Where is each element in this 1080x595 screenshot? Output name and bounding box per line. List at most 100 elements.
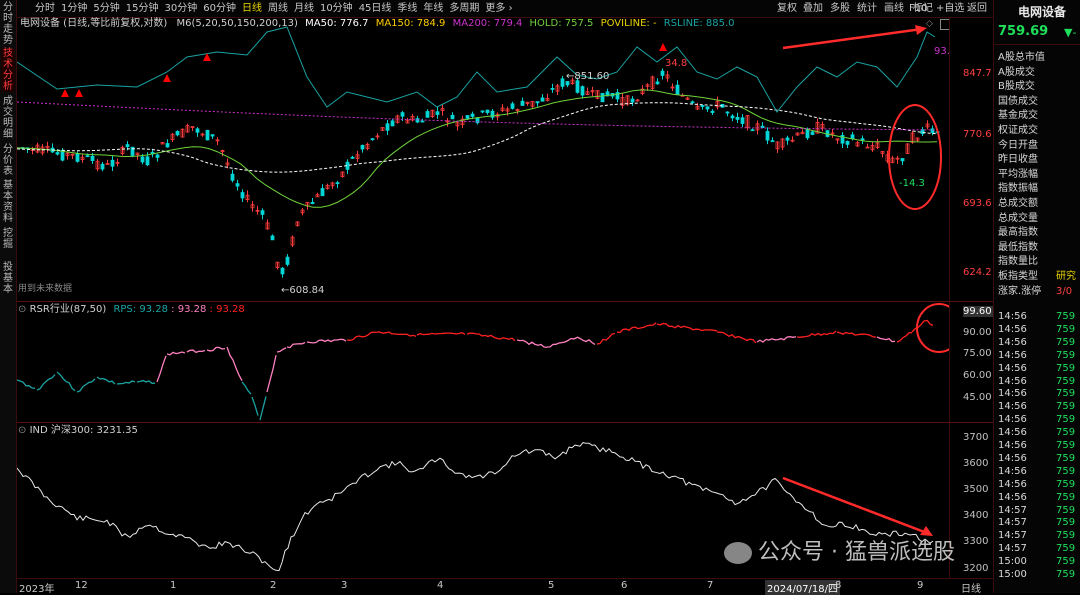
future-data-note: 用到未来数据 — [18, 284, 73, 294]
period-0[interactable]: 分时 — [32, 0, 58, 17]
rsr-line-segment — [466, 332, 516, 342]
candle-body — [55, 152, 60, 155]
panel-price: 759.69 — [998, 24, 1049, 39]
field-5: 权证成交 — [998, 125, 1038, 136]
tick-price: 759 — [1056, 401, 1076, 413]
rsr-line-segment — [876, 336, 896, 343]
period-3[interactable]: 15分钟 — [123, 0, 162, 17]
dip-label: -14.3 — [899, 178, 925, 189]
tab-6[interactable]: 投基本 — [1, 262, 15, 295]
tick-time: 14:57 — [998, 543, 1027, 555]
field-13: 最低指数 — [998, 241, 1038, 253]
up-count-value: 3/0 — [1056, 285, 1073, 297]
divider — [994, 44, 1080, 45]
tick-time: 14:57 — [998, 530, 1027, 542]
rsr-line-segment — [276, 347, 287, 353]
candle-body — [335, 182, 340, 185]
date-6: 5 — [548, 580, 555, 591]
field-6: 今日开盘 — [998, 139, 1038, 151]
period-12[interactable]: 年线 — [420, 0, 446, 17]
tick-time: 14:56 — [998, 465, 1027, 477]
rsr-line-segment — [346, 331, 378, 341]
tool-0[interactable]: 复权 — [777, 0, 797, 17]
field-16: 涨家.涨停 — [998, 285, 1042, 297]
rsr-line-segment — [376, 331, 417, 337]
rsr-line-segment — [596, 332, 616, 345]
candle-body — [900, 158, 905, 162]
panel-title: 电网设备 — [1018, 5, 1067, 19]
tool-6[interactable]: 标记 — [913, 0, 933, 17]
candle-body — [735, 116, 740, 120]
candle-body — [140, 156, 145, 163]
field-7: 昨日收盘 — [998, 154, 1038, 166]
candle-body — [930, 128, 935, 133]
tick-price: 759 — [1056, 517, 1076, 529]
period-1[interactable]: 1分钟 — [58, 0, 90, 17]
tool-3[interactable]: 统计 — [857, 0, 877, 17]
period-2[interactable]: 5分钟 — [90, 0, 122, 17]
candle-body — [480, 110, 485, 113]
date-1: 12 — [75, 580, 88, 591]
tool-8[interactable]: 返回 — [967, 0, 987, 17]
ma50-line — [17, 102, 938, 173]
tick-price: 759 — [1056, 543, 1076, 555]
candle-body — [850, 134, 855, 140]
date-7: 6 — [621, 580, 628, 591]
rsr-line-segment — [716, 331, 757, 344]
candle-body — [450, 114, 455, 120]
tick-price: 759 — [1056, 478, 1076, 490]
candle-body — [845, 140, 850, 145]
period-6[interactable]: 日线 — [239, 0, 265, 17]
period-5[interactable]: 60分钟 — [200, 0, 239, 17]
period-4[interactable]: 30分钟 — [161, 0, 200, 17]
rsr-chart[interactable] — [17, 302, 949, 422]
period-13[interactable]: 多周期 — [446, 0, 482, 17]
candle-body — [630, 98, 635, 103]
tick-time: 14:57 — [998, 517, 1027, 529]
tool-1[interactable]: 叠加 — [803, 0, 823, 17]
candle-body — [465, 115, 470, 119]
tab-0[interactable]: 分时走势 — [1, 2, 15, 46]
tab-3[interactable]: 分价表 — [1, 144, 15, 177]
tab-5[interactable]: 挖掘 — [1, 228, 15, 250]
period-8[interactable]: 月线 — [291, 0, 317, 17]
rsr-line-segment — [156, 355, 167, 383]
period-10[interactable]: 45日线 — [356, 0, 395, 17]
period-14[interactable]: 更多 › — [482, 0, 515, 17]
tool-4[interactable]: 画线 — [884, 0, 904, 17]
rsr-line-segment — [836, 331, 877, 338]
rsr-line-segment — [56, 371, 76, 392]
candle-body — [560, 78, 565, 87]
tool-7[interactable]: +自选 — [936, 0, 964, 17]
candle-body — [385, 123, 390, 131]
tick-time: 15:00 — [998, 569, 1027, 580]
period-9[interactable]: 10分钟 — [317, 0, 356, 17]
period-11[interactable]: 季线 — [394, 0, 420, 17]
tick-price: 759 — [1056, 336, 1076, 348]
tab-2[interactable]: 成交明细 — [1, 96, 15, 140]
field-10: 总成交额 — [998, 198, 1038, 209]
tick-time: 14:56 — [998, 375, 1027, 387]
candle-body — [580, 86, 585, 96]
tick-price: 759 — [1056, 388, 1076, 400]
candle-body — [155, 154, 160, 158]
tick-price: 759 — [1056, 323, 1076, 335]
annotation-circle — [916, 303, 949, 353]
rsr-line-segment — [36, 374, 56, 391]
tab-4[interactable]: 基本资料 — [1, 180, 15, 224]
field-0: A股总市值 — [998, 52, 1045, 63]
candle-body — [810, 131, 815, 135]
rsr-line-segment — [186, 349, 206, 354]
field-3: 国债成交 — [998, 95, 1038, 107]
tick-time: 14:56 — [998, 491, 1027, 503]
field-12: 最高指数 — [998, 227, 1038, 239]
field-4: 基金成交 — [998, 110, 1038, 122]
rs-value-label: 93.3 — [934, 46, 949, 57]
period-7[interactable]: 周线 — [265, 0, 291, 17]
price-chart[interactable]: ←851.60 ←608.84 34.8 93.3 -14.3 — [17, 17, 949, 301]
tool-2[interactable]: 多股 — [830, 0, 850, 17]
annotation-arrow — [782, 27, 923, 50]
candle-body — [285, 256, 290, 265]
tab-1[interactable]: 技术分析 — [1, 48, 15, 92]
wechat-icon — [724, 542, 752, 564]
